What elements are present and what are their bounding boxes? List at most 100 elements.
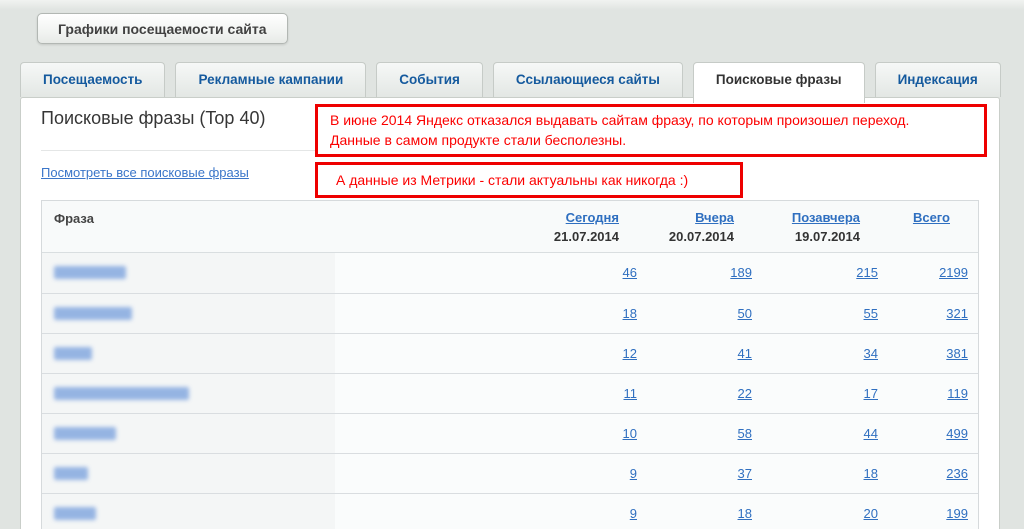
count-cell: 55 [762,294,888,333]
table-row: 10 58 44 499 [42,413,978,453]
count-cell: 236 [888,454,978,493]
tab-ad-campaigns[interactable]: Рекламные кампании [175,62,366,97]
count-cell: 199 [888,494,978,529]
count-cell: 37 [647,454,762,493]
count-cell: 18 [647,494,762,529]
column-header-total: Всего [888,201,978,252]
yesterday-count-link[interactable]: 18 [738,506,752,521]
content-panel: Поисковые фразы (Top 40) Посмотреть все … [20,97,1000,529]
annotation-note-1-line-2: Данные в самом продукте стали бесполезны… [330,130,976,150]
count-cell: 41 [647,334,762,373]
yesterday-count-link[interactable]: 189 [730,265,752,280]
total-count-link[interactable]: 381 [946,346,968,361]
page-title: Поисковые фразы (Top 40) [41,108,265,129]
redacted-phrase-link[interactable] [54,347,92,360]
today-count-link[interactable]: 9 [630,466,637,481]
total-count-link[interactable]: 236 [946,466,968,481]
total-count-link[interactable]: 499 [946,426,968,441]
column-header-day-before: Позавчера 19.07.2014 [762,201,888,252]
day-before-count-link[interactable]: 34 [864,346,878,361]
site-traffic-charts-button[interactable]: Графики посещаемости сайта [37,13,288,44]
today-count-link[interactable]: 18 [623,306,637,321]
column-header-yesterday: Вчера 20.07.2014 [647,201,762,252]
today-count-link[interactable]: 12 [623,346,637,361]
tab-search-phrases[interactable]: Поисковые фразы [693,62,865,103]
count-cell: 18 [762,454,888,493]
phrase-cell [42,494,335,529]
table-row: 9 18 20 199 [42,493,978,529]
count-cell: 10 [335,414,647,453]
count-cell: 215 [762,253,888,293]
total-count-link[interactable]: 119 [947,386,968,401]
count-cell: 12 [335,334,647,373]
yesterday-date: 20.07.2014 [647,229,734,244]
today-sort-link[interactable]: Сегодня [566,210,619,225]
yesterday-count-link[interactable]: 41 [738,346,752,361]
count-cell: 9 [335,454,647,493]
redacted-phrase-link[interactable] [54,427,116,440]
redacted-phrase-link[interactable] [54,467,88,480]
day-before-count-link[interactable]: 17 [864,386,878,401]
total-count-link[interactable]: 321 [946,306,968,321]
annotation-note-2: А данные из Метрики - стали актуальны ка… [315,162,743,198]
day-before-count-link[interactable]: 215 [856,265,878,280]
count-cell: 34 [762,334,888,373]
count-cell: 50 [647,294,762,333]
count-cell: 20 [762,494,888,529]
day-before-date: 19.07.2014 [762,229,860,244]
count-cell: 11 [335,374,647,413]
tab-referring-sites[interactable]: Ссылающиеся сайты [493,62,683,97]
view-all-phrases-link[interactable]: Посмотреть все поисковые фразы [41,165,249,180]
count-cell: 44 [762,414,888,453]
day-before-count-link[interactable]: 18 [864,466,878,481]
count-cell: 17 [762,374,888,413]
total-count-link[interactable]: 199 [946,506,968,521]
count-cell: 2199 [888,253,978,293]
phrase-cell [42,294,335,333]
yesterday-count-link[interactable]: 22 [738,386,752,401]
count-cell: 58 [647,414,762,453]
table-body: 4618921521991850553211241343811122171191… [42,253,978,529]
today-count-link[interactable]: 10 [623,426,637,441]
column-header-today: Сегодня 21.07.2014 [335,201,647,252]
tab-visits[interactable]: Посещаемость [20,62,165,97]
yesterday-sort-link[interactable]: Вчера [695,210,734,225]
yesterday-count-link[interactable]: 37 [738,466,752,481]
phrase-cell [42,253,335,293]
day-before-sort-link[interactable]: Позавчера [792,210,860,225]
table-row: 18 50 55 321 [42,293,978,333]
tab-events[interactable]: События [376,62,483,97]
count-cell: 321 [888,294,978,333]
yesterday-count-link[interactable]: 58 [738,426,752,441]
tab-bar: Посещаемость Рекламные кампании События Ссы… [20,62,1001,103]
total-count-link[interactable]: 2199 [939,265,968,280]
redacted-phrase-link[interactable] [54,507,96,520]
table-row: 12 41 34 381 [42,333,978,373]
count-cell: 9 [335,494,647,529]
redacted-phrase-link[interactable] [54,266,126,279]
count-cell: 22 [647,374,762,413]
yesterday-count-link[interactable]: 50 [738,306,752,321]
redacted-phrase-link[interactable] [54,307,132,320]
search-phrases-table: Фраза Сегодня 21.07.2014 Вчера 20.07.201… [41,200,979,529]
today-date: 21.07.2014 [335,229,619,244]
annotation-note-1-line-1: В июне 2014 Яндекс отказался выдавать са… [330,110,976,130]
phrase-cell [42,454,335,493]
today-count-link[interactable]: 9 [630,506,637,521]
today-count-link[interactable]: 11 [624,386,638,401]
count-cell: 381 [888,334,978,373]
day-before-count-link[interactable]: 44 [864,426,878,441]
count-cell: 189 [647,253,762,293]
today-count-link[interactable]: 46 [623,265,637,280]
phrase-cell [42,414,335,453]
tab-indexing[interactable]: Индексация [875,62,1001,97]
count-cell: 119 [888,374,978,413]
count-cell: 18 [335,294,647,333]
phrase-cell [42,334,335,373]
day-before-count-link[interactable]: 55 [864,306,878,321]
day-before-count-link[interactable]: 20 [864,506,878,521]
table-row: 46 189 215 2199 [42,253,978,293]
analytics-page: Графики посещаемости сайта Посещаемость Р… [0,0,1024,529]
redacted-phrase-link[interactable] [54,387,189,400]
total-sort-link[interactable]: Всего [913,210,950,225]
